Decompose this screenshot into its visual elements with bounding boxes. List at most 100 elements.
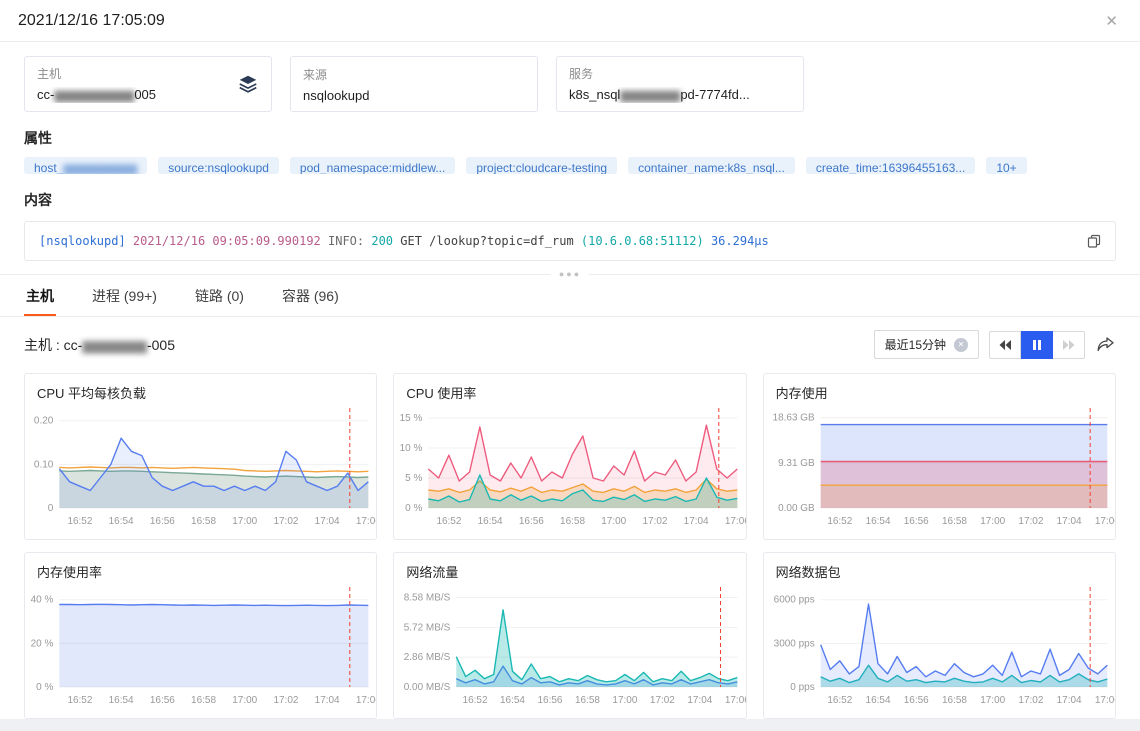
svg-text:17:00: 17:00 (232, 516, 257, 527)
svg-text:0 %: 0 % (405, 503, 422, 514)
share-button[interactable] (1095, 333, 1116, 356)
svg-text:0.00 GB: 0.00 GB (778, 503, 815, 514)
masked-text: ▆▆▆▆▆▆▆▆ (54, 87, 135, 102)
close-icon[interactable]: ✕ (1101, 10, 1122, 32)
svg-text:17:02: 17:02 (1018, 695, 1043, 706)
chart-title: 网络数据包 (775, 565, 841, 580)
info-card-host-label: 主机 (37, 67, 62, 81)
svg-text:8.58 MB/S: 8.58 MB/S (404, 592, 451, 603)
info-card-source-value: nsqlookupd (303, 87, 370, 103)
attribute-tag-2[interactable]: pod_namespace:middlew... (289, 157, 456, 174)
attribute-tag-0[interactable]: host_▆▆▆▆▆▆▆▆ (24, 157, 148, 174)
chart-plot[interactable]: 0 pps 3000 pps 6000 pps 16:52 16:54 16:56 16:5… (764, 583, 1115, 715)
svg-text:0 %: 0 % (36, 682, 53, 693)
svg-text:17:02: 17:02 (643, 516, 668, 527)
chart-card-2: 内存使用 0.00 GB 9.31 GB 18.63 GB 16:52 16:54 16:5… (762, 373, 1116, 540)
chart-card-4: 网络流量 0.00 MB/S 2.86 MB/S 5.72 MB/S 8.58 MB/S… (393, 552, 747, 719)
svg-text:40 %: 40 % (31, 595, 54, 606)
svg-text:17:04: 17:04 (315, 516, 340, 527)
svg-text:16:52: 16:52 (827, 516, 852, 527)
svg-text:17:06: 17:06 (725, 695, 745, 706)
svg-text:10 %: 10 % (400, 443, 423, 454)
svg-text:16:52: 16:52 (827, 695, 852, 706)
svg-text:17:02: 17:02 (273, 516, 298, 527)
svg-text:2.86 MB/S: 2.86 MB/S (404, 652, 451, 663)
host-line: 主机 : cc-▆▆▆▆▆▆-005 (24, 336, 175, 353)
time-range-select[interactable]: 最近15分钟 ✕ (873, 330, 979, 359)
tab-1[interactable]: 进程 (99+) (90, 275, 159, 316)
chart-plot[interactable]: 0 % 20 % 40 % 16:52 16:54 16:56 16:58 17:00 17:0… (25, 583, 376, 715)
attribute-tag-3[interactable]: project:cloudcare-testing (466, 157, 618, 174)
attribute-tag-6[interactable]: 10+ (986, 157, 1027, 174)
svg-text:17:04: 17:04 (315, 695, 340, 706)
clear-time-icon[interactable]: ✕ (954, 337, 968, 352)
stack-icon[interactable] (237, 73, 259, 95)
svg-text:0 pps: 0 pps (790, 682, 814, 693)
svg-text:16:58: 16:58 (942, 516, 967, 527)
svg-text:0.10: 0.10 (34, 459, 54, 470)
copy-icon[interactable] (1087, 234, 1101, 248)
svg-text:16:54: 16:54 (478, 516, 503, 527)
chart-title: CPU 平均每核负载 (37, 386, 147, 401)
log-box: [nsqlookupd] 2021/12/16 09:05:09.990192 … (24, 220, 1116, 261)
svg-text:6000 pps: 6000 pps (773, 595, 814, 606)
svg-text:17:00: 17:00 (602, 516, 627, 527)
content-label: 内容 (24, 191, 52, 208)
attribute-tag-4[interactable]: container_name:k8s_nsql... (628, 157, 795, 174)
svg-text:16:52: 16:52 (67, 695, 92, 706)
tab-3[interactable]: 容器 (96) (280, 275, 341, 316)
svg-text:17:04: 17:04 (1056, 695, 1081, 706)
svg-text:17:00: 17:00 (232, 695, 257, 706)
svg-text:17:02: 17:02 (1018, 516, 1043, 527)
tab-0[interactable]: 主机 (24, 275, 56, 316)
info-card-host-value: cc-▆▆▆▆▆▆▆▆005 (37, 87, 157, 102)
modal-title: 2021/12/16 17:05:09 (18, 12, 165, 29)
svg-text:16:52: 16:52 (67, 516, 92, 527)
tab-2[interactable]: 链路 (0) (193, 275, 246, 316)
svg-text:17:06: 17:06 (1095, 516, 1115, 527)
toolbar-controls: 最近15分钟 ✕ (873, 330, 1116, 359)
svg-text:16:58: 16:58 (191, 516, 216, 527)
playback-controls (989, 330, 1085, 359)
resize-handle-icon[interactable]: ●●● (550, 269, 590, 279)
svg-text:3000 pps: 3000 pps (773, 638, 814, 649)
svg-text:17:06: 17:06 (356, 516, 376, 527)
svg-text:16:54: 16:54 (109, 516, 134, 527)
share-icon (1097, 337, 1114, 352)
chart-plot[interactable]: 0 % 5 % 10 % 15 % 16:52 16:54 16:56 16:58 17:00 1… (394, 404, 746, 536)
chart-card-3: 内存使用率 0 % 20 % 40 % 16:52 16:54 16:56 16:58 17:0… (24, 552, 378, 719)
resize-divider: ●●● (0, 263, 1140, 279)
svg-text:17:06: 17:06 (356, 695, 376, 706)
svg-text:16:56: 16:56 (519, 516, 544, 527)
svg-text:17:02: 17:02 (650, 695, 675, 706)
pause-icon (1032, 339, 1041, 350)
log-text: [nsqlookupd] 2021/12/16 09:05:09.990192 … (39, 233, 769, 248)
pause-button[interactable] (1021, 330, 1053, 359)
svg-text:17:04: 17:04 (1056, 516, 1081, 527)
chart-card-0: CPU 平均每核负载 0 0.10 0.20 16:52 16:54 16:56 16:58 1… (24, 373, 378, 540)
chart-title: CPU 使用率 (406, 386, 477, 401)
modal-header: 2021/12/16 17:05:09 ✕ (0, 0, 1140, 42)
svg-text:20 %: 20 % (31, 638, 54, 649)
svg-text:16:56: 16:56 (150, 695, 175, 706)
chart-card-5: 网络数据包 0 pps 3000 pps 6000 pps 16:52 16:54 16:5… (762, 552, 1116, 719)
chart-title: 内存使用 (775, 386, 828, 401)
rewind-icon (999, 339, 1011, 350)
attribute-tag-1[interactable]: source:nsqlookupd (158, 157, 279, 174)
svg-text:17:00: 17:00 (980, 516, 1005, 527)
info-card-service-value: k8s_nsql▆▆▆▆▆▆pd-7774fd... (569, 87, 750, 102)
chart-plot[interactable]: 0.00 MB/S 2.86 MB/S 5.72 MB/S 8.58 MB/S 16:5… (394, 583, 746, 715)
svg-text:18.63 GB: 18.63 GB (772, 413, 814, 424)
attribute-tag-5[interactable]: create_time:16396455163... (805, 157, 976, 174)
forward-button[interactable] (1053, 330, 1085, 359)
masked-text: ▆▆▆▆▆▆ (620, 87, 681, 102)
chart-title: 内存使用率 (37, 565, 103, 580)
info-card-source: 来源 nsqlookupd (290, 56, 538, 112)
svg-text:17:04: 17:04 (684, 516, 709, 527)
chart-plot[interactable]: 0.00 GB 9.31 GB 18.63 GB 16:52 16:54 16:56 16:… (764, 404, 1115, 536)
svg-text:5.72 MB/S: 5.72 MB/S (404, 622, 451, 633)
rewind-button[interactable] (989, 330, 1021, 359)
attribute-tags: host_▆▆▆▆▆▆▆▆ source:nsqlookupd pod_namesp… (24, 157, 1116, 174)
chart-plot[interactable]: 0 0.10 0.20 16:52 16:54 16:56 16:58 17:00 17:02 1… (25, 404, 376, 536)
svg-text:5 %: 5 % (405, 473, 422, 484)
